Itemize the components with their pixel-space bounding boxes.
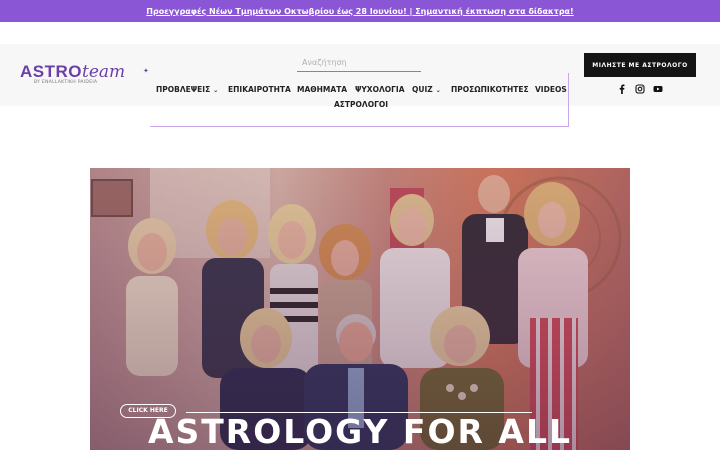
- facebook-icon[interactable]: [617, 84, 627, 94]
- nav-item-lessons[interactable]: ΜΑΘΗΜΑΤΑ: [297, 85, 347, 94]
- promo-bar: Προεγγραφές Νέων Τμημάτων Οκτωβρίου έως …: [0, 0, 720, 22]
- nav-item-label: QUIZ: [412, 85, 433, 94]
- talk-to-astrologer-button[interactable]: ΜΙΛΗΣΤΕ ΜΕ ΑΣΤΡΟΛΟΓΟ: [584, 53, 696, 77]
- search-input[interactable]: [297, 54, 421, 72]
- nav-item-news[interactable]: ΕΠΙΚΑΙΡΟΤΗΤΑ: [228, 85, 291, 94]
- logo-star-icon: ✦: [143, 67, 149, 75]
- logo-team-text: team: [82, 62, 126, 82]
- nav-item-personalities[interactable]: ΠΡΟΣΩΠΙΚΟΤΗΤΕΣ: [451, 85, 529, 94]
- nav-item-quiz[interactable]: QUIZ ⌄: [412, 85, 441, 94]
- youtube-icon[interactable]: [653, 84, 663, 94]
- chevron-down-icon: ⌄: [435, 87, 441, 94]
- chevron-down-icon: ⌄: [213, 87, 219, 94]
- site-logo[interactable]: ASTROteam ✦ BY ΕΝΑLLΑΚΤΙΚΗ PAIDEIA: [20, 62, 150, 90]
- promo-link[interactable]: Προεγγραφές Νέων Τμημάτων Οκτωβρίου έως …: [146, 7, 573, 16]
- hero-banner[interactable]: CLICK HERE ASTROLOGY FOR ALL: [90, 168, 630, 450]
- nav-item-label: ΠΡΟΒΛΕΨΕΙΣ: [156, 85, 211, 94]
- hero-title: ASTROLOGY FOR ALL: [147, 412, 573, 450]
- logo-subtitle: BY ΕΝΑLLΑΚΤΙΚΗ PAIDEIA: [34, 80, 98, 85]
- nav-item-astrologers[interactable]: ΑΣΤΡΟΛΟΓΟΙ: [334, 100, 388, 109]
- nav-item-predictions[interactable]: ΠΡΟΒΛΕΨΕΙΣ ⌄: [156, 85, 218, 94]
- nav-item-videos[interactable]: VIDEOS: [535, 85, 567, 94]
- instagram-icon[interactable]: [635, 84, 645, 94]
- logo-astro-text: ASTRO: [20, 62, 82, 81]
- nav-item-psychology[interactable]: ΨΥΧΟΛΟΓΙΑ: [355, 85, 405, 94]
